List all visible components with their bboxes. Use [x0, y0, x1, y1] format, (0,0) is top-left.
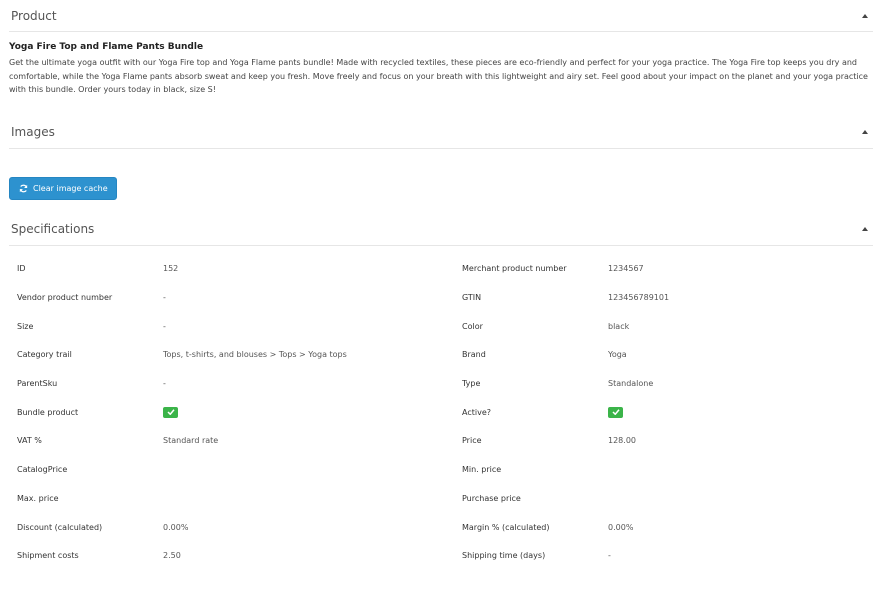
- spec-label: Size: [17, 321, 34, 331]
- spec-label: Merchant product number: [462, 264, 567, 274]
- spec-value: Tops, t-shirts, and blouses > Tops > Yog…: [163, 350, 347, 360]
- spec-value: -: [163, 379, 166, 389]
- spec-value: [608, 484, 878, 513]
- images-section-title: Images: [11, 125, 55, 139]
- product-section-header[interactable]: Product: [9, 0, 873, 32]
- spec-value: [608, 455, 878, 484]
- images-section-header[interactable]: Images: [9, 117, 873, 149]
- spec-label: Discount (calculated): [17, 522, 103, 532]
- spec-value: 2.50: [163, 551, 181, 561]
- refresh-icon: [19, 184, 28, 192]
- spec-value: [163, 484, 462, 513]
- bundle-product-check-badge: [163, 398, 462, 427]
- clear-image-cache-button[interactable]: Clear image cache: [9, 176, 117, 200]
- spec-label: Type: [462, 379, 481, 389]
- spec-value: Standard rate: [163, 436, 219, 446]
- spec-value: 128.00: [608, 436, 636, 446]
- spec-label: Margin % (calculated): [462, 522, 550, 532]
- spec-label: Price: [462, 436, 482, 446]
- specifications-grid: ID 152 Merchant product number 1234567 Vendo…: [9, 255, 873, 571]
- spec-value: 123456789101: [608, 293, 670, 303]
- spec-value: -: [608, 551, 611, 561]
- spec-label: Purchase price: [462, 493, 521, 503]
- caret-up-icon[interactable]: [858, 222, 872, 236]
- product-section: Product Yoga Fire Top and Flame Pants Bu…: [9, 0, 873, 97]
- caret-up-icon[interactable]: [858, 9, 872, 23]
- spec-value: 0.00%: [163, 522, 189, 532]
- spec-label: GTIN: [462, 293, 482, 303]
- spec-label: Category trail: [17, 350, 72, 360]
- product-description: Get the ultimate yoga outfit with our Yo…: [9, 58, 868, 94]
- specifications-section-title: Specifications: [11, 222, 95, 236]
- clear-image-cache-label: Clear image cache: [33, 183, 108, 193]
- spec-value: -: [163, 293, 166, 303]
- spec-value: black: [608, 321, 630, 331]
- spec-value: 1234567: [608, 264, 644, 274]
- specifications-section-header[interactable]: Specifications: [9, 214, 873, 246]
- spec-value: Yoga: [608, 350, 627, 360]
- specifications-section: Specifications ID 152 Merchant product num…: [9, 214, 873, 571]
- spec-value: Standalone: [608, 379, 654, 389]
- spec-label: Color: [462, 321, 483, 331]
- spec-label: ID: [17, 264, 26, 274]
- spec-label: VAT %: [17, 436, 42, 446]
- spec-value: [163, 455, 462, 484]
- product-section-title: Product: [11, 8, 57, 23]
- spec-label: Max. price: [17, 493, 59, 503]
- spec-value: -: [163, 321, 166, 331]
- check-icon: [608, 406, 623, 418]
- product-name: Yoga Fire Top and Flame Pants Bundle: [9, 42, 204, 52]
- spec-label: Shipment costs: [17, 551, 79, 561]
- spec-label: Brand: [462, 350, 486, 360]
- spec-value: 0.00%: [608, 522, 634, 532]
- spec-label: Min. price: [462, 465, 502, 475]
- spec-label: Bundle product: [17, 407, 79, 417]
- spec-label: CatalogPrice: [17, 465, 68, 475]
- spec-label: Shipping time (days): [462, 551, 546, 561]
- images-section: Images Clear image cache: [9, 117, 873, 200]
- active-check-badge: [608, 398, 878, 427]
- check-icon: [163, 406, 178, 418]
- spec-label: Active?: [462, 407, 491, 417]
- caret-up-icon[interactable]: [858, 125, 872, 139]
- product-detail-page: Product Yoga Fire Top and Flame Pants Bu…: [0, 0, 878, 570]
- spec-label: Vendor product number: [17, 293, 113, 303]
- spec-value: 152: [163, 264, 179, 274]
- spec-label: ParentSku: [17, 379, 58, 389]
